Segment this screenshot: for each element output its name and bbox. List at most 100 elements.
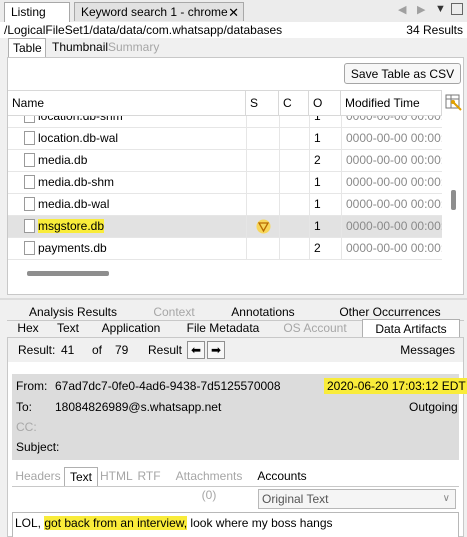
path-text: /LogicalFileSet1/data/data/com.whatsapp/… xyxy=(4,23,283,37)
result-current: 41 xyxy=(61,343,75,357)
tab-file-metadata[interactable]: File Metadata xyxy=(184,320,262,337)
column-divider xyxy=(279,128,280,149)
maximize-icon[interactable] xyxy=(451,3,463,15)
file-icon xyxy=(24,131,35,145)
row-o: 1 xyxy=(314,219,321,233)
result-nav-bar: Result: 41 of 79 Result Messages xyxy=(8,338,463,362)
row-name: msgstore.db xyxy=(38,216,243,237)
tab-thumbnail[interactable]: Thumbnail xyxy=(48,38,108,57)
col-c-header[interactable]: C xyxy=(279,91,309,115)
table-row[interactable]: location.db-shm 1 0000-00-00 00:00:00 xyxy=(8,116,442,128)
row-o: 1 xyxy=(314,116,321,123)
table-body: location.db-shm 1 0000-00-00 00:00:00 lo… xyxy=(8,116,442,262)
tab-accounts[interactable]: Accounts xyxy=(256,467,308,486)
previous-result-button[interactable]: ⬅ xyxy=(187,341,205,359)
row-name-highlight: msgstore.db xyxy=(38,219,105,233)
row-o: 1 xyxy=(314,197,321,211)
col-o-header[interactable]: O xyxy=(309,91,341,115)
result-total: 79 xyxy=(115,343,129,357)
message-body-highlight: got back from an interview, xyxy=(44,516,188,530)
tab-data-artifacts[interactable]: Data Artifacts xyxy=(362,319,460,338)
tab-analysis-results[interactable]: Analysis Results xyxy=(28,304,118,321)
file-icon xyxy=(24,219,35,233)
row-o: 2 xyxy=(314,153,321,167)
row-modified: 0000-00-00 00:00:00 xyxy=(346,153,442,167)
tab-message-text[interactable]: Text xyxy=(64,467,98,486)
column-divider xyxy=(341,216,342,237)
row-modified: 0000-00-00 00:00:00 xyxy=(346,175,442,189)
tab-hex[interactable]: Hex xyxy=(12,320,44,337)
chevron-left-icon[interactable]: ◀ xyxy=(398,3,406,16)
chevron-down-icon: ∨ xyxy=(442,493,450,504)
column-divider xyxy=(279,116,280,127)
column-divider xyxy=(246,194,247,215)
save-table-csv-button[interactable]: Save Table as CSV xyxy=(344,63,461,84)
tab-text[interactable]: Text xyxy=(52,320,84,337)
row-modified: 0000-00-00 00:00:00 xyxy=(346,197,442,211)
col-name-header[interactable]: Name xyxy=(8,91,246,115)
table-row-selected[interactable]: msgstore.db 1 0000-00-00 00:00:00 xyxy=(8,216,442,238)
message-body-prefix: LOL, xyxy=(15,516,45,530)
file-icon xyxy=(24,197,35,211)
close-icon[interactable]: ✕ xyxy=(228,3,239,22)
column-divider xyxy=(279,216,280,237)
tab-context[interactable]: Context xyxy=(148,304,200,321)
column-divider xyxy=(246,116,247,127)
tab-listing[interactable]: Listing xyxy=(4,2,70,23)
column-divider xyxy=(309,216,310,237)
timestamp-value: 2020-06-20 17:03:12 EDT xyxy=(324,378,467,394)
file-icon xyxy=(24,241,35,255)
column-divider xyxy=(246,216,247,237)
col-modified-header[interactable]: Modified Time xyxy=(341,91,442,115)
row-name: location.db-wal xyxy=(38,131,119,145)
splitter[interactable] xyxy=(0,298,467,300)
column-divider xyxy=(341,150,342,171)
divider xyxy=(12,486,459,487)
column-divider xyxy=(309,128,310,149)
next-result-button[interactable]: ➡ xyxy=(207,341,225,359)
table-row[interactable]: location.db-wal 1 0000-00-00 00:00:00 xyxy=(8,128,442,150)
to-value: 18084826989@s.whatsapp.net xyxy=(55,400,222,414)
table-row[interactable]: media.db-wal 1 0000-00-00 00:00:00 xyxy=(8,194,442,216)
column-divider xyxy=(279,238,280,259)
tab-html[interactable]: HTML xyxy=(100,467,133,486)
column-divider xyxy=(309,116,310,127)
tab-os-account[interactable]: OS Account xyxy=(282,320,348,337)
tab-table[interactable]: Table xyxy=(8,38,46,57)
from-value: 67ad7dc7-0fe0-4ad6-9438-7d5125570008 xyxy=(55,379,281,393)
tab-keyword-search-label: Keyword search 1 - chrome xyxy=(81,5,228,19)
artifact-category: Messages xyxy=(400,343,455,357)
table-row[interactable]: media.db-shm 1 0000-00-00 00:00:00 xyxy=(8,172,442,194)
tab-keyword-search[interactable]: Keyword search 1 - chrome ✕ xyxy=(74,2,244,21)
row-name: payments.db xyxy=(38,241,107,255)
table-row[interactable]: payments.db 2 0000-00-00 00:00:00 xyxy=(8,238,442,260)
col-s-header[interactable]: S xyxy=(246,91,279,115)
direction-value: Outgoing xyxy=(409,400,458,414)
tab-summary[interactable]: Summary xyxy=(104,38,164,57)
row-modified: 0000-00-00 00:00:00 xyxy=(346,131,442,145)
result-nav-label: Result xyxy=(148,343,183,357)
cc-label: CC: xyxy=(16,420,37,434)
chevron-down-icon[interactable]: ▼ xyxy=(435,3,446,15)
file-icon xyxy=(24,153,35,167)
vertical-scrollbar[interactable] xyxy=(451,190,456,210)
tab-annotations[interactable]: Annotations xyxy=(228,304,298,321)
result-of: of xyxy=(92,343,103,357)
tab-rtf[interactable]: RTF xyxy=(135,467,163,486)
tab-headers[interactable]: Headers xyxy=(14,467,62,486)
column-config-icon[interactable] xyxy=(443,90,463,114)
tab-application[interactable]: Application xyxy=(98,320,164,337)
row-o: 1 xyxy=(314,131,321,145)
table-row[interactable]: media.db 2 0000-00-00 00:00:00 xyxy=(8,150,442,172)
tab-attachments[interactable]: Attachments (0) xyxy=(167,467,251,502)
chevron-right-icon[interactable]: ▶ xyxy=(417,3,425,16)
text-format-value: Original Text xyxy=(262,492,329,506)
file-icon xyxy=(24,175,35,189)
from-label: From: xyxy=(16,379,48,393)
horizontal-scrollbar[interactable] xyxy=(27,271,109,276)
column-divider xyxy=(279,150,280,171)
column-divider xyxy=(341,172,342,193)
column-divider xyxy=(246,128,247,149)
message-body[interactable]: LOL, got back from an interview, look wh… xyxy=(12,512,459,537)
text-format-select[interactable]: Original Text ∨ xyxy=(258,489,456,509)
